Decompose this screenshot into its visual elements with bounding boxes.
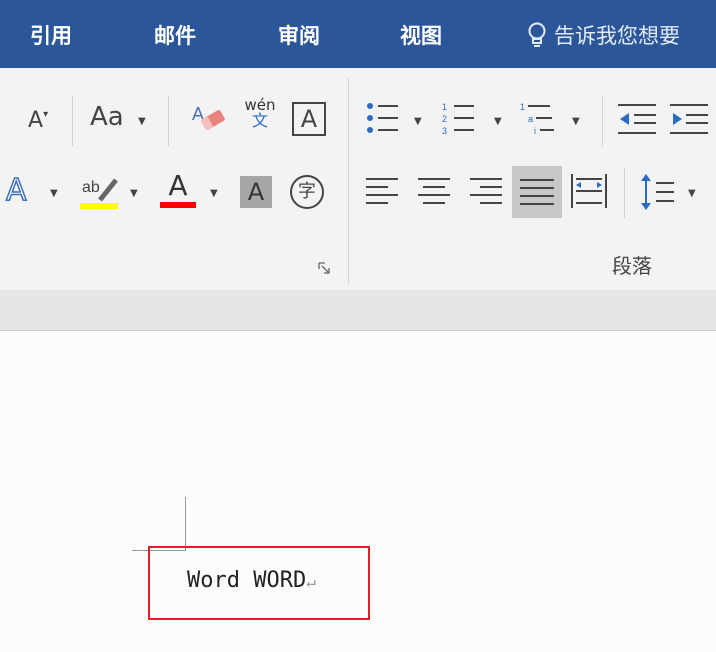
- distributed-align-icon: [571, 174, 607, 208]
- align-center-icon: [418, 178, 450, 204]
- tell-me-search[interactable]: 告诉我您想要: [528, 20, 680, 50]
- change-case-label: Aa: [90, 102, 124, 132]
- chevron-down-icon[interactable]: ▼: [572, 116, 580, 127]
- numbered-list-icon: 1 2 3: [442, 102, 474, 136]
- svg-text:1: 1: [520, 102, 525, 112]
- align-center-button[interactable]: [418, 176, 452, 210]
- font-color-label: A: [168, 169, 188, 202]
- lightbulb-icon: [528, 22, 546, 47]
- multilevel-list-icon: 1 a i: [520, 102, 554, 136]
- shrink-font-label: A: [28, 108, 44, 133]
- svg-text:1: 1: [442, 102, 447, 112]
- text-effects-button[interactable]: A: [5, 173, 27, 208]
- separator: [168, 96, 169, 146]
- chevron-down-icon[interactable]: ▼: [130, 188, 138, 199]
- svg-text:ab: ab: [82, 179, 100, 196]
- margin-corner-mark: [185, 497, 186, 551]
- increase-indent-button[interactable]: [670, 102, 710, 140]
- align-left-icon: [366, 178, 398, 204]
- justify-icon: [520, 179, 554, 205]
- multilevel-list-button[interactable]: 1 a i: [520, 100, 562, 142]
- paragraph-group-label: 段落: [612, 254, 652, 278]
- justify-button[interactable]: [512, 166, 562, 218]
- align-right-button[interactable]: [470, 176, 504, 210]
- character-border-label: A: [300, 105, 318, 133]
- pinyin-bottom: 文: [251, 111, 268, 130]
- character-shading-label: A: [247, 178, 265, 206]
- highlighter-icon: ab: [80, 178, 118, 209]
- highlight-box: [148, 546, 370, 620]
- enclose-characters-button[interactable]: 字: [290, 175, 324, 209]
- enclose-characters-label: 字: [298, 181, 316, 202]
- ruler-area: [0, 290, 716, 331]
- svg-text:2: 2: [442, 114, 447, 124]
- chevron-down-icon[interactable]: ▼: [210, 188, 218, 199]
- font-color-bar: [160, 202, 196, 208]
- bullet-list-icon: [367, 103, 398, 133]
- character-shading-button[interactable]: A: [240, 176, 272, 208]
- font-color-button[interactable]: A: [160, 172, 196, 208]
- tab-mailings[interactable]: 邮件: [154, 20, 196, 50]
- svg-text:3: 3: [442, 126, 447, 136]
- highlight-color-button[interactable]: ab: [80, 172, 120, 216]
- ribbon-tab-bar: 引用 邮件 审阅 视图 告诉我您想要: [0, 0, 716, 68]
- separator: [602, 96, 603, 146]
- separator: [72, 96, 73, 146]
- tab-review[interactable]: 审阅: [278, 20, 320, 50]
- bullets-button[interactable]: [366, 100, 400, 142]
- chevron-down-icon[interactable]: ▼: [688, 188, 696, 199]
- eraser-icon: A: [192, 104, 225, 130]
- change-case-button[interactable]: Aa: [90, 104, 124, 130]
- phonetic-guide-button[interactable]: wén 文: [242, 98, 278, 129]
- chevron-down-icon[interactable]: ▼: [138, 116, 146, 127]
- clear-formatting-button[interactable]: A: [190, 100, 230, 142]
- character-border-button[interactable]: A: [292, 102, 326, 136]
- shrink-font-icon[interactable]: A▾: [28, 110, 48, 132]
- decrease-indent-button[interactable]: [618, 102, 658, 140]
- distributed-button[interactable]: [570, 172, 608, 214]
- chevron-down-icon[interactable]: ▼: [50, 188, 58, 199]
- chevron-down-icon[interactable]: ▼: [414, 116, 422, 127]
- tab-references[interactable]: 引用: [30, 20, 72, 50]
- chevron-down-icon[interactable]: ▼: [494, 116, 502, 127]
- svg-text:i: i: [534, 126, 536, 136]
- numbering-button[interactable]: 1 2 3: [442, 100, 476, 142]
- line-spacing-button[interactable]: [640, 172, 676, 216]
- increase-indent-icon: [670, 104, 708, 134]
- decrease-indent-icon: [618, 104, 656, 134]
- align-right-icon: [470, 178, 502, 204]
- dialog-launcher-icon[interactable]: [318, 262, 330, 274]
- separator: [624, 168, 625, 218]
- line-spacing-icon: [641, 174, 674, 210]
- tab-view[interactable]: 视图: [400, 20, 442, 50]
- tell-me-label: 告诉我您想要: [554, 24, 680, 48]
- group-separator: [348, 78, 349, 284]
- svg-text:a: a: [528, 114, 533, 124]
- align-left-button[interactable]: [366, 176, 400, 210]
- text-effects-label: A: [5, 173, 27, 208]
